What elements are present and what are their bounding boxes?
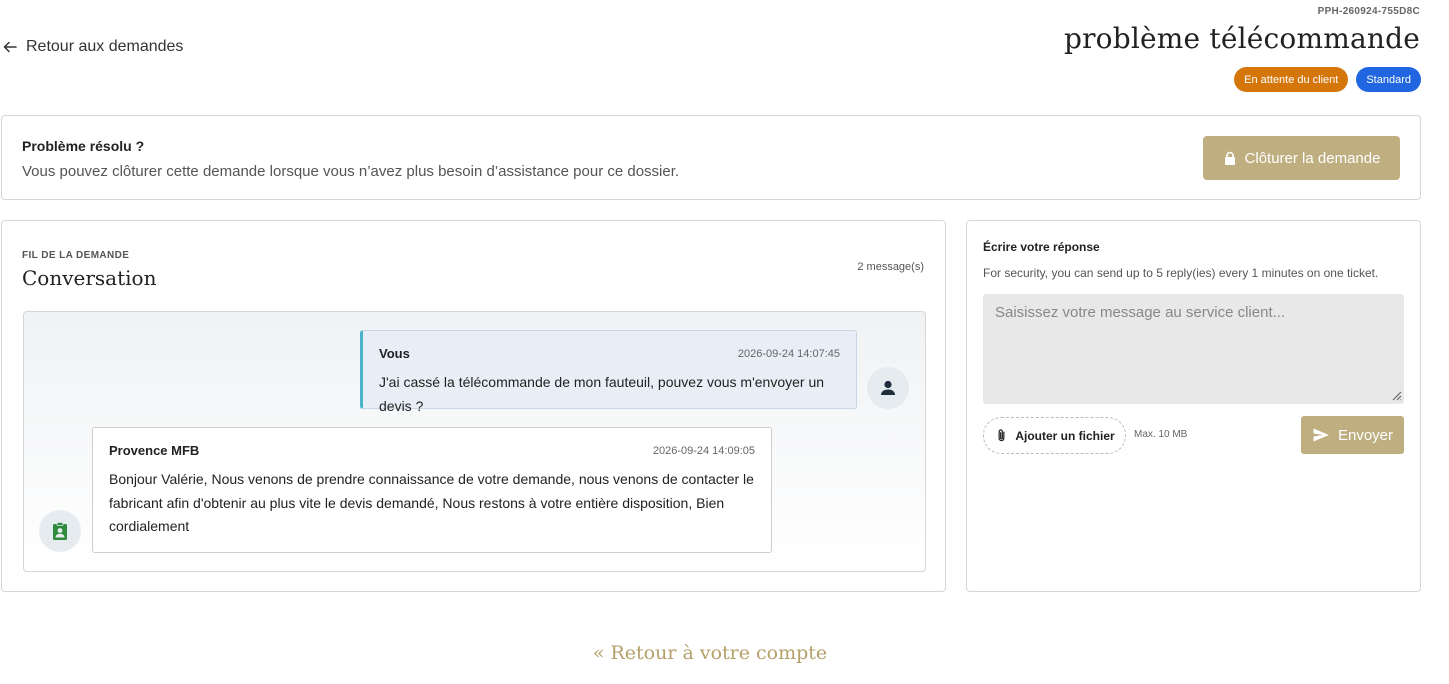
- status-badge: En attente du client: [1234, 67, 1349, 92]
- clipboard-user-icon: [53, 522, 67, 540]
- message-item-agent: Provence MFB 2026-09-24 14:09:05 Bonjour…: [92, 427, 772, 553]
- person-icon: [881, 380, 895, 395]
- attach-max-size: Max. 10 MB: [1134, 429, 1188, 440]
- message-item-me: Vous 2026-09-24 14:07:45 J'ai cassé la t…: [360, 330, 857, 414]
- reply-message-input[interactable]: [983, 294, 1404, 404]
- close-request-label: Clôturer la demande: [1244, 149, 1381, 167]
- attach-file-button[interactable]: Ajouter un fichier: [983, 417, 1126, 454]
- send-label: Envoyer: [1337, 426, 1394, 444]
- conversation-title: Conversation: [22, 266, 157, 290]
- reply-rate-limit-note: For security, you can send up to 5 reply…: [983, 266, 1379, 280]
- page-title: problème télécommande: [1063, 22, 1420, 55]
- message-thread[interactable]: Vous 2026-09-24 14:07:45 J'ai cassé la t…: [23, 311, 926, 572]
- conversation-kicker: FIL DE LA DEMANDE: [22, 250, 130, 261]
- resize-grip-icon[interactable]: [1390, 389, 1402, 401]
- reply-title: Écrire votre réponse: [983, 240, 1100, 254]
- ticket-reference: PPH-260924-755D8C: [1317, 6, 1420, 17]
- arrow-left-icon: [3, 41, 17, 53]
- avatar-agent: [39, 510, 81, 552]
- lock-icon: [1224, 151, 1235, 165]
- message-body: Bonjour Valérie, Nous venons de prendre …: [109, 471, 754, 534]
- resolve-title: Problème résolu ?: [22, 138, 145, 154]
- reply-panel: Écrire votre réponse For security, you c…: [966, 220, 1421, 592]
- priority-badge: Standard: [1356, 67, 1421, 92]
- attach-file-label: Ajouter un fichier: [1015, 428, 1115, 443]
- message-author: Vous: [379, 346, 410, 361]
- message-body: J'ai cassé la télécommande de mon fauteu…: [379, 374, 825, 414]
- close-request-button[interactable]: Clôturer la demande: [1203, 136, 1400, 180]
- message-date: 2026-09-24 14:07:45: [737, 348, 840, 360]
- conversation-panel: FIL DE LA DEMANDE Conversation 2 message…: [1, 220, 946, 592]
- ticket-badges: En attente du client Standard: [1234, 67, 1421, 92]
- send-button[interactable]: Envoyer: [1301, 416, 1404, 454]
- paperclip-icon: [998, 429, 1005, 442]
- avatar-me: [867, 367, 909, 409]
- message-date: 2026-09-24 14:09:05: [652, 445, 755, 457]
- message-count: 2 message(s): [857, 261, 924, 273]
- resolve-panel: Problème résolu ? Vous pouvez clôturer c…: [1, 115, 1421, 200]
- send-icon: [1313, 428, 1329, 442]
- back-to-requests-label: Retour aux demandes: [26, 38, 184, 55]
- message-author: Provence MFB: [109, 443, 200, 458]
- page-header: Retour aux demandes PPH-260924-755D8C pr…: [0, 0, 1449, 110]
- back-to-account-link[interactable]: « Retour à votre compte: [0, 642, 1420, 664]
- resolve-description: Vous pouvez clôturer cette demande lorsq…: [22, 163, 680, 180]
- back-to-requests-link[interactable]: Retour aux demandes: [2, 38, 183, 56]
